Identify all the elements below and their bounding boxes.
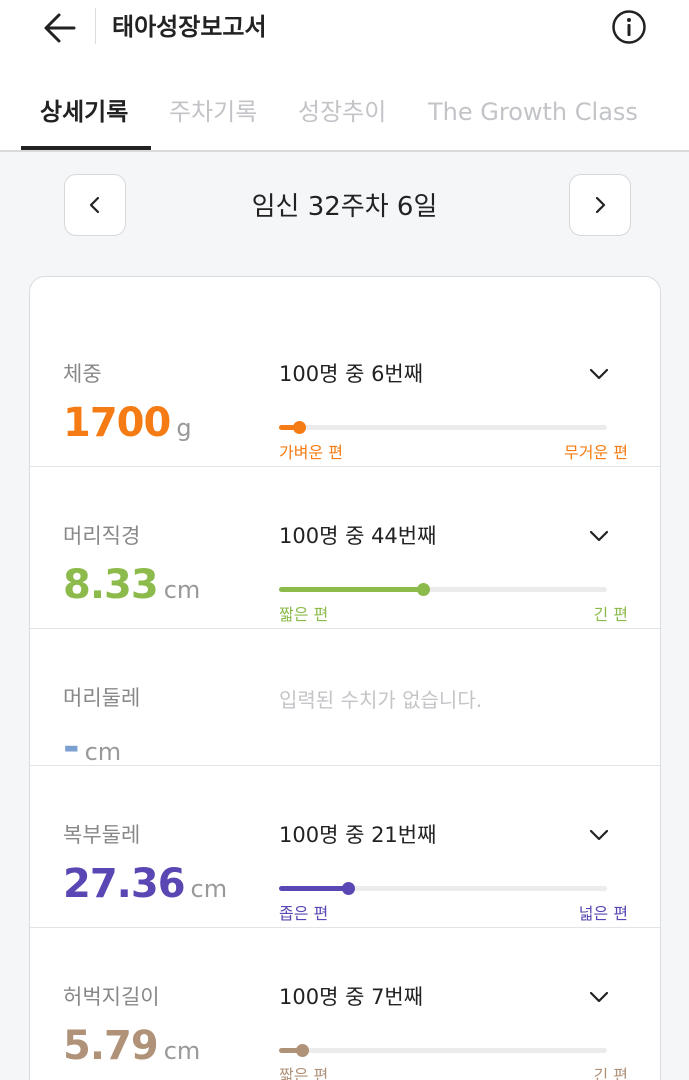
value-unit: g bbox=[176, 414, 192, 442]
scale-left-label: 짧은 편 bbox=[279, 605, 329, 624]
info-button[interactable] bbox=[610, 8, 648, 46]
value-number: 5.79 bbox=[63, 1023, 159, 1069]
measurement-row-head-diameter: 머리직경 8.33 cm 100명 중 44번째 짧은 편 긴 편 bbox=[30, 467, 660, 629]
tab-growth-trend[interactable]: 성장추이 bbox=[298, 90, 386, 150]
tab-growth-class[interactable]: The Growth Class bbox=[428, 90, 638, 150]
value-number: - bbox=[63, 724, 80, 770]
scale-left-label: 좁은 편 bbox=[279, 904, 329, 923]
measurement-value: 27.36 cm bbox=[63, 860, 227, 916]
percentile-marker bbox=[292, 421, 306, 434]
measurement-label: 머리둘레 bbox=[63, 686, 141, 710]
value-number: 27.36 bbox=[63, 861, 186, 907]
rank-text: 100명 중 7번째 bbox=[279, 985, 424, 1009]
percentile-track bbox=[279, 421, 607, 434]
back-button[interactable] bbox=[38, 8, 82, 48]
scale-right-label: 무거운 편 bbox=[564, 443, 628, 462]
percentile-marker bbox=[341, 882, 355, 895]
rank-text: 100명 중 44번째 bbox=[279, 524, 437, 548]
expand-button[interactable] bbox=[582, 519, 616, 553]
value-unit: cm bbox=[163, 576, 201, 604]
scale-left-label: 짧은 편 bbox=[279, 1066, 329, 1080]
percentile-track bbox=[279, 882, 607, 895]
measurement-label: 체중 bbox=[63, 362, 102, 386]
info-icon bbox=[612, 10, 646, 44]
measurement-row-head-circumference: 머리둘레 - cm 입력된 수치가 없습니다. bbox=[30, 629, 660, 770]
measurement-card: 체중 1700 g 100명 중 6번째 가벼운 편 무거운 편 머리직경 8.3… bbox=[29, 276, 661, 1080]
scale-left-label: 가벼운 편 bbox=[279, 443, 343, 462]
percentile-track bbox=[279, 1044, 607, 1057]
measurement-row-weight: 체중 1700 g 100명 중 6번째 가벼운 편 무거운 편 bbox=[30, 305, 660, 467]
measurement-label: 허벅지길이 bbox=[63, 985, 160, 1009]
tab-detail-record[interactable]: 상세기록 bbox=[40, 90, 128, 150]
back-arrow-icon bbox=[44, 13, 76, 43]
scale-right-label: 긴 편 bbox=[593, 605, 628, 624]
chevron-down-icon bbox=[589, 991, 609, 1003]
percentile-marker bbox=[295, 1044, 309, 1057]
expand-button[interactable] bbox=[582, 980, 616, 1014]
value-number: 1700 bbox=[63, 400, 171, 446]
scale-right-label: 넓은 편 bbox=[578, 904, 628, 923]
expand-button[interactable] bbox=[582, 357, 616, 391]
scale-right-label: 긴 편 bbox=[593, 1066, 628, 1080]
title-divider bbox=[95, 8, 96, 44]
tab-bar: 상세기록 주차기록 성장추이 The Growth Class bbox=[0, 90, 689, 150]
rank-text: 100명 중 21번째 bbox=[279, 823, 437, 847]
measurement-value: 5.79 cm bbox=[63, 1022, 200, 1078]
value-number: 8.33 bbox=[63, 562, 159, 608]
percentile-fill bbox=[279, 886, 348, 891]
percentile-fill bbox=[279, 587, 424, 592]
chevron-down-icon bbox=[589, 530, 609, 542]
empty-value-message: 입력된 수치가 없습니다. bbox=[279, 688, 483, 712]
value-unit: cm bbox=[190, 875, 228, 903]
percentile-marker bbox=[417, 583, 431, 596]
chevron-down-icon bbox=[589, 368, 609, 380]
value-unit: cm bbox=[84, 738, 122, 766]
active-tab-indicator bbox=[21, 146, 151, 150]
chevron-down-icon bbox=[589, 829, 609, 841]
measurement-row-femur-length: 허벅지길이 5.79 cm 100명 중 7번째 짧은 편 긴 편 bbox=[30, 928, 660, 1080]
tab-weekly-record[interactable]: 주차기록 bbox=[169, 90, 257, 150]
measurement-row-abdominal-circumference: 복부둘레 27.36 cm 100명 중 21번째 좁은 편 넓은 편 bbox=[30, 766, 660, 928]
measurement-value: 1700 g bbox=[63, 399, 192, 455]
percentile-track bbox=[279, 583, 607, 596]
measurement-label: 복부둘레 bbox=[63, 823, 141, 847]
measurement-label: 머리직경 bbox=[63, 524, 141, 548]
measurement-value: 8.33 cm bbox=[63, 561, 200, 617]
value-unit: cm bbox=[163, 1037, 201, 1065]
chevron-right-icon bbox=[595, 196, 606, 214]
page-title: 태아성장보고서 bbox=[112, 13, 267, 41]
rank-text: 100명 중 6번째 bbox=[279, 362, 424, 386]
date-navigator: 임신 32주차 6일 bbox=[0, 152, 689, 262]
expand-button[interactable] bbox=[582, 818, 616, 852]
next-day-button[interactable] bbox=[569, 174, 631, 236]
app-header: 태아성장보고서 상세기록 주차기록 성장추이 The Growth Class bbox=[0, 0, 689, 152]
